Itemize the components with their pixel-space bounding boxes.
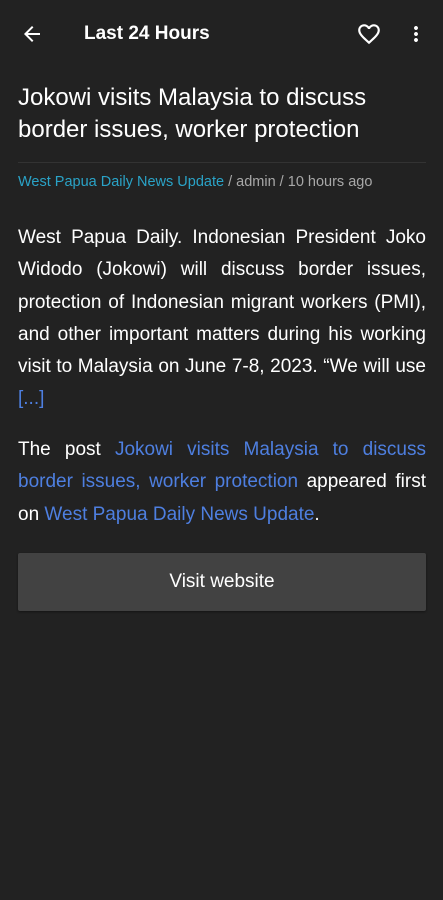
meta-separator: / [224, 174, 237, 190]
screen-title: Last 24 Hours [84, 23, 210, 44]
site-link[interactable]: West Papua Daily News Update [44, 504, 314, 525]
more-vertical-icon [414, 26, 418, 42]
article-title: Jokowi visits Malaysia to discuss border… [18, 84, 367, 143]
meta-divider [18, 162, 426, 163]
arrow-left-icon [24, 26, 40, 42]
back-button[interactable] [14, 17, 50, 51]
article-meta: West Papua Daily News Update / admin / 1… [18, 172, 428, 192]
more-options-button[interactable] [402, 17, 430, 51]
attribution-suffix: . [314, 503, 320, 525]
post-attribution: The post Jokowi visits Malaysia to discu… [18, 434, 426, 531]
top-app-bar: Last 24 Hours [0, 0, 443, 68]
heart-outline-icon [358, 24, 380, 45]
source-link[interactable]: West Papua Daily News Update [18, 174, 224, 190]
meta-separator: / [275, 174, 288, 190]
read-more-link[interactable]: [...] [18, 388, 44, 409]
author-name: admin [236, 174, 276, 190]
published-time: 10 hours ago [287, 174, 373, 190]
favorite-button[interactable] [352, 17, 386, 51]
article-excerpt: West Papua Daily. Indonesian President J… [18, 222, 426, 416]
visit-website-button[interactable]: Visit website [18, 553, 426, 611]
excerpt-text: West Papua Daily. Indonesian President J… [18, 227, 426, 378]
attribution-prefix: The post [18, 439, 115, 460]
